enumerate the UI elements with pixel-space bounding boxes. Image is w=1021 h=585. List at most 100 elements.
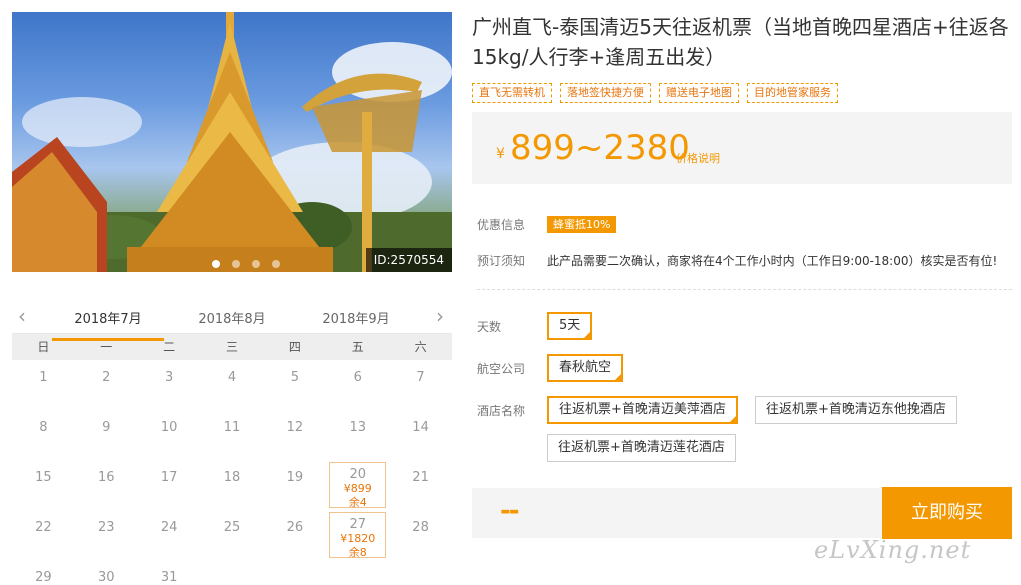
feature-tags: 直飞无需转机 落地签快捷方便 赠送电子地图 目的地管家服务 [472, 83, 838, 103]
calendar-day: 1 [12, 360, 75, 410]
price-note-link[interactable]: 价格说明 [676, 150, 720, 166]
calendar-day: 23 [75, 510, 138, 560]
day-price: ¥1820 [340, 532, 376, 545]
calendar-day: 2 [75, 360, 138, 410]
day-number: 9 [102, 420, 111, 435]
day-number: 12 [286, 420, 304, 435]
option-hotel-1[interactable]: 往返机票+首晚清迈美萍酒店 [547, 396, 738, 424]
day-number: 23 [98, 520, 115, 535]
carousel-dots [212, 260, 280, 268]
notice-label: 预订须知 [477, 254, 526, 268]
calendar-day: 9 [75, 410, 138, 460]
calendar-day: 22 [12, 510, 75, 560]
month-tabs: ‹ 2018年7月 2018年8月 2018年9月 › [12, 296, 452, 341]
carousel-dot[interactable] [252, 260, 260, 268]
divider [477, 289, 1012, 290]
calendar-day: 5 [263, 360, 326, 410]
day-number: 18 [223, 470, 241, 485]
calendar-day: 29 [12, 560, 75, 585]
day-number: 26 [286, 520, 304, 535]
calendar-day: 14 [389, 410, 452, 460]
promo-label: 优惠信息 [477, 218, 526, 232]
available-date-cell[interactable]: 20 ¥899 余4 [329, 462, 387, 509]
calendar-day: 17 [138, 460, 201, 510]
carousel-dot[interactable] [272, 260, 280, 268]
calendar-day: 24 [138, 510, 201, 560]
calendar-day: 12 [263, 410, 326, 460]
feature-tag: 赠送电子地图 [659, 83, 739, 103]
calendar-day: 6 [326, 360, 389, 410]
day-number: 21 [412, 470, 429, 485]
calendar-day: 8 [12, 410, 75, 460]
calendar-day: 11 [201, 410, 264, 460]
day-seats-left: 余8 [348, 546, 367, 559]
feature-tag: 落地签快捷方便 [560, 83, 651, 103]
day-number: 22 [35, 520, 52, 535]
promo-badge: 蜂蜜抵10% [547, 216, 617, 233]
day-number: 13 [349, 420, 366, 435]
day-number: 24 [160, 520, 178, 535]
weekday-label: 三 [225, 340, 238, 354]
price-range: 899~2380 [510, 128, 690, 168]
buy-now-button[interactable]: 立即购买 [882, 487, 1012, 539]
day-number: 25 [223, 520, 241, 535]
available-date-cell[interactable]: 27 ¥1820 余8 [329, 512, 387, 559]
calendar-day: 4 [201, 360, 264, 410]
tab-month-2[interactable]: 2018年8月 [182, 308, 282, 327]
day-number: 6 [353, 370, 362, 385]
calendar-day[interactable]: 20 ¥899 余4 [326, 460, 389, 510]
selected-price: -- [500, 496, 520, 526]
product-id-badge: ID:2570554 [365, 248, 452, 272]
calendar-day: 13 [326, 410, 389, 460]
calendar-day: 18 [201, 460, 264, 510]
calendar-day: 30 [75, 560, 138, 585]
product-image[interactable]: ID:2570554 [12, 12, 452, 272]
calendar-day: 21 [389, 460, 452, 510]
day-number: 11 [223, 420, 241, 435]
option-days[interactable]: 5天 [547, 312, 593, 340]
calendar-grid: 1 2 3 4 5 6 7 8 9 10 11 12 13 14 15 16 17 18 19 20 ¥899 余4 21 2… [12, 360, 452, 585]
day-number: 14 [412, 420, 429, 435]
day-number: 3 [164, 370, 174, 385]
day-number: 28 [412, 520, 429, 535]
weekday-label: 五 [351, 340, 364, 354]
notice-text: 此产品需要二次确认，商家将在4个工作小时内（工作日9:00-18:00）核实是否… [547, 254, 998, 268]
watermark: eLvXing.net [814, 536, 972, 564]
calendar-day: 26 [263, 510, 326, 560]
day-number: 30 [98, 570, 115, 585]
weekday-label: 四 [288, 340, 301, 354]
option-airline[interactable]: 春秋航空 [547, 354, 624, 382]
tab-month-3[interactable]: 2018年9月 [306, 308, 406, 327]
day-number: 17 [160, 470, 178, 485]
date-calendar: ‹ 2018年7月 2018年8月 2018年9月 › 日 一 二 三 四 五 … [12, 296, 452, 585]
calendar-day: 25 [201, 510, 264, 560]
product-title: 广州直飞-泰国清迈5天往返机票（当地首晚四星酒店+往返各15kg/人行李+逢周五… [472, 15, 1009, 69]
day-number: 2 [102, 370, 111, 385]
day-seats-left: 余4 [348, 496, 367, 509]
day-number: 20 [349, 467, 366, 482]
option-hotel-2[interactable]: 往返机票+首晚清迈东他挽酒店 [755, 396, 957, 424]
calendar-day: 31 [138, 560, 201, 585]
day-number: 19 [286, 470, 304, 485]
calendar-day: 19 [263, 460, 326, 510]
chevron-left-icon[interactable]: ‹ [18, 304, 26, 328]
day-number: 15 [35, 470, 52, 485]
carousel-dot[interactable] [232, 260, 240, 268]
calendar-day[interactable]: 27 ¥1820 余8 [326, 510, 389, 560]
option-hotel-3[interactable]: 往返机票+首晚清迈莲花酒店 [547, 434, 736, 462]
calendar-day: 15 [12, 460, 75, 510]
weekday-label: 六 [414, 340, 427, 354]
carousel-dot[interactable] [212, 260, 220, 268]
day-number: 1 [39, 370, 48, 385]
hotel-label: 酒店名称 [477, 404, 526, 418]
days-label: 天数 [477, 320, 502, 334]
calendar-day: 7 [389, 360, 452, 410]
price-box: ¥ 899~2380 价格说明 [472, 112, 1012, 184]
day-price: ¥899 [343, 482, 372, 495]
chevron-right-icon[interactable]: › [436, 304, 444, 328]
day-number: 27 [349, 517, 366, 532]
feature-tag: 直飞无需转机 [472, 83, 552, 103]
tab-month-1[interactable]: 2018年7月 [52, 308, 164, 341]
day-number: 7 [416, 370, 425, 385]
calendar-day: 10 [138, 410, 201, 460]
